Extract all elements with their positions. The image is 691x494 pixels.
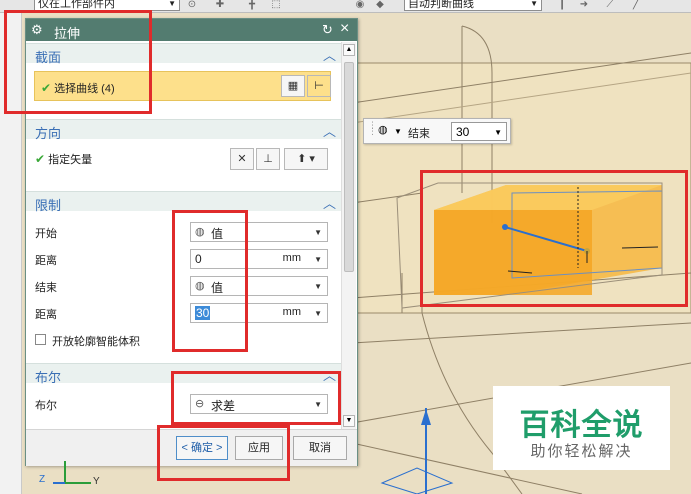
distance-label: 距离	[35, 309, 57, 321]
end-mini-label: 结束	[408, 128, 430, 140]
region-icon[interactable]: ⬚	[270, 0, 282, 11]
chevron-up-icon[interactable]: ︿	[323, 45, 336, 64]
axis-triad: Z Y	[35, 453, 115, 493]
chevron-down-icon[interactable]: ▼	[314, 309, 322, 318]
highlight-limits-box	[172, 210, 248, 352]
curve-rule-value: 自动判断曲线	[408, 0, 474, 10]
cancel-button[interactable]: 取消	[293, 436, 347, 460]
section-header-direction[interactable]: 方向 ︿	[26, 119, 341, 141]
value-icon[interactable]: ◍	[378, 123, 388, 136]
scroll-up-icon[interactable]: ▲	[343, 44, 355, 56]
watermark: 百科全说 助你轻松解决	[493, 386, 670, 470]
limits-label: 限制	[35, 198, 62, 213]
watermark-title: 百科全说	[519, 409, 644, 442]
chevron-down-icon: ▼	[168, 0, 176, 8]
start-label: 开始	[35, 228, 57, 240]
highlight-boolean-box	[171, 371, 341, 425]
line-icon[interactable]: ╱	[630, 0, 642, 11]
dialog-scrollbar[interactable]: ▲ ▼	[341, 42, 356, 430]
snap-icon[interactable]: ⊙	[186, 0, 198, 11]
end-mini-value: 30	[456, 125, 470, 139]
specify-vector-row[interactable]: ✔ 指定矢量 ✕ ⊥ ⬆ ▾	[26, 147, 341, 170]
cube-icon[interactable]: ◆	[374, 0, 386, 11]
highlight-buttons-box	[157, 425, 290, 481]
check-icon: ✔	[35, 152, 46, 166]
vector-type-dropdown[interactable]: ⬆ ▾	[284, 148, 328, 170]
boolean-section-label: 布尔	[35, 370, 62, 385]
curve-icon[interactable]: ⊢	[307, 75, 331, 97]
end-mini-input[interactable]: 30 ▼	[451, 122, 507, 141]
reverse-direction-icon[interactable]: ✕	[230, 148, 254, 170]
highlight-section-box	[4, 10, 152, 114]
chevron-down-icon[interactable]: ▼	[494, 128, 502, 137]
chevron-up-icon[interactable]: ︿	[323, 193, 336, 212]
unit-label: mm	[282, 306, 301, 318]
vector-dialog-icon[interactable]: ⊥	[256, 148, 280, 170]
sketch-section-icon[interactable]: ▦	[281, 75, 305, 97]
specify-vector-text: ✔ 指定矢量	[35, 151, 92, 167]
grip-icon[interactable]: ⋮ ⋮	[368, 121, 377, 136]
chevron-down-icon: ▼	[530, 0, 538, 8]
curve-rule-combo[interactable]: 自动判断曲线 ▼	[404, 0, 542, 11]
scroll-down-icon[interactable]: ▼	[343, 415, 355, 427]
highlight-preview-box	[420, 170, 688, 307]
boolean-label: 布尔	[35, 400, 57, 412]
chevron-up-icon[interactable]: ︿	[323, 121, 336, 140]
chevron-down-icon[interactable]: ▼	[394, 127, 402, 136]
end-limit-mini-toolbar: ⋮ ⋮ ◍ ▼ 结束 30 ▼	[363, 118, 511, 144]
reset-icon[interactable]: ↻	[322, 22, 333, 38]
pin-icon[interactable]: ╋	[246, 0, 258, 11]
end-label: 结束	[35, 282, 57, 294]
distance-label: 距离	[35, 255, 57, 267]
chevron-down-icon: ▼	[314, 282, 322, 291]
watermark-subtitle: 助你轻松解决	[530, 443, 633, 460]
unit-label: mm	[282, 252, 301, 264]
chevron-down-icon[interactable]: ▼	[314, 255, 322, 264]
close-icon[interactable]: ×	[340, 20, 349, 38]
section-header-limits[interactable]: 限制 ︿	[26, 191, 341, 213]
z-axis-label: Z	[39, 474, 46, 485]
direction-label: 方向	[35, 126, 62, 141]
specify-vector-label: 指定矢量	[48, 154, 93, 166]
stop-icon[interactable]: ┃	[556, 0, 568, 11]
open-profile-checkbox[interactable]	[35, 334, 46, 345]
y-axis-label: Y	[93, 476, 100, 487]
chevron-down-icon: ▼	[314, 228, 322, 237]
scroll-thumb[interactable]	[344, 62, 354, 272]
tangent-icon[interactable]: ⟋	[604, 0, 616, 11]
triad-graphic	[53, 461, 91, 484]
selection-filter-value: 仅在工作部件内	[38, 0, 115, 10]
point-icon[interactable]: ✚	[214, 0, 226, 11]
open-profile-label: 开放轮廓智能体积	[52, 336, 140, 348]
arrow-icon[interactable]: ➜	[578, 0, 590, 11]
body-icon[interactable]: ◉	[354, 0, 366, 11]
